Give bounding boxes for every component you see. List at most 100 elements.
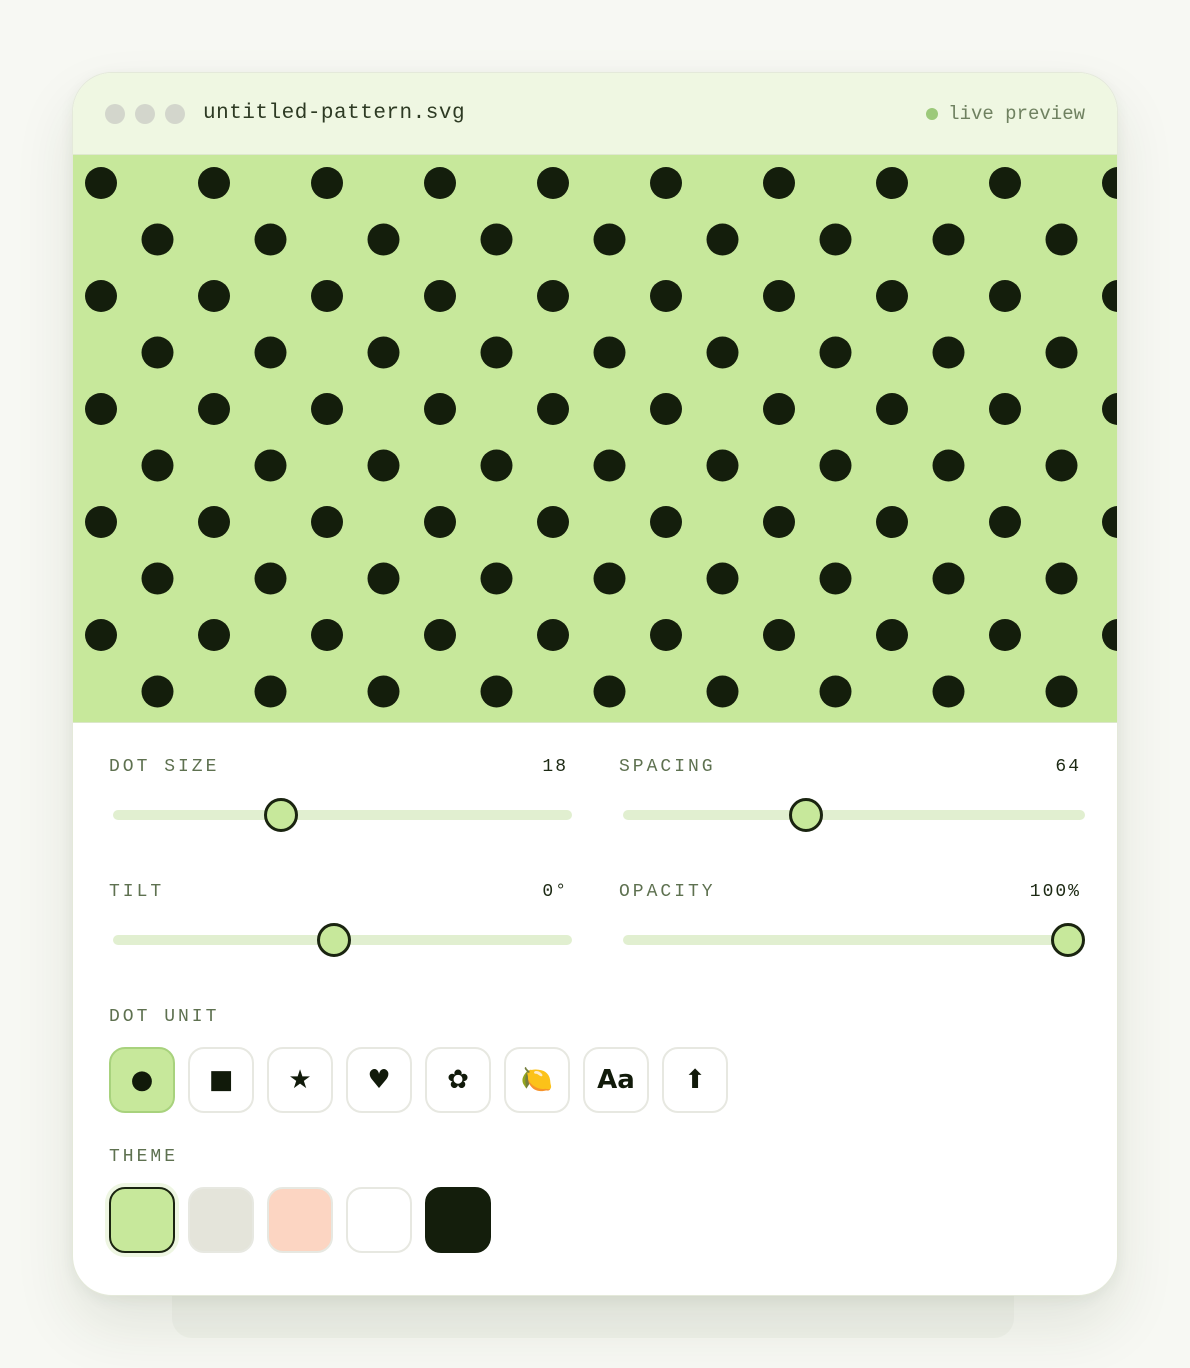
pattern-dot [1045, 223, 1078, 256]
dot-size-value: 18 [542, 757, 568, 777]
pattern-dot [367, 675, 400, 708]
pattern-dot [254, 223, 287, 256]
dot-size-slider-thumb[interactable] [263, 798, 298, 832]
dot-unit-square-button[interactable]: ■ [188, 1047, 254, 1113]
pattern-dot [650, 393, 682, 425]
opacity-header: OPACITY 100% [619, 882, 1085, 902]
star-icon: ★ [288, 1065, 312, 1095]
pattern-dot [989, 167, 1021, 199]
status-dot-icon [926, 107, 939, 120]
text-icon: Aa [597, 1065, 635, 1095]
theme-swatch-white[interactable] [346, 1187, 412, 1253]
dot-unit-heart-button[interactable]: ♥ [346, 1047, 412, 1113]
pattern-dot [198, 619, 230, 651]
dot-unit-lemon-button[interactable]: 🍋 [504, 1047, 570, 1113]
spacing-slider-thumb[interactable] [789, 798, 824, 832]
theme-swatch-green[interactable] [109, 1187, 175, 1253]
pattern-dot [706, 675, 739, 708]
pattern-dot [537, 167, 569, 199]
window-shadow [172, 1296, 1014, 1338]
file-name: untitled-pattern.svg [203, 102, 466, 125]
tilt-label: TILT [109, 882, 165, 902]
pattern-dot [367, 449, 400, 482]
pattern-dot [537, 619, 569, 651]
dot-unit-circle-button[interactable]: ● [109, 1047, 175, 1113]
spacing-slider-track[interactable] [623, 798, 1085, 832]
pattern-dot [989, 506, 1021, 538]
pattern-dot [198, 167, 230, 199]
pattern-dot [876, 393, 908, 425]
dot-unit-picker: ● ■ ★ ♥ ✿ 🍋 Aa ⬆ [109, 1047, 1081, 1113]
theme-swatch-peach[interactable] [267, 1187, 333, 1253]
pattern-dot [424, 167, 456, 199]
live-preview-status: live preview [926, 103, 1085, 125]
spacing-value: 64 [1055, 757, 1081, 777]
minimize-window-icon[interactable] [135, 103, 155, 124]
pattern-dot [254, 562, 287, 595]
dot-unit-star-button[interactable]: ★ [267, 1047, 333, 1113]
close-window-icon[interactable] [105, 103, 125, 124]
pattern-dot [876, 280, 908, 312]
live-preview-label: live preview [948, 102, 1085, 125]
opacity-value: 100% [1029, 882, 1081, 902]
pattern-preview [73, 155, 1117, 723]
pattern-dot [198, 506, 230, 538]
pattern-dot [85, 506, 117, 538]
pattern-dot [537, 393, 569, 425]
pattern-dot [819, 675, 852, 708]
pattern-dot [537, 280, 569, 312]
pattern-dot [141, 449, 174, 482]
theme-swatch-stone[interactable] [188, 1187, 254, 1253]
circle-icon: ● [130, 1065, 154, 1095]
pattern-dot [85, 167, 117, 199]
pattern-dot [311, 280, 343, 312]
pattern-dot [480, 675, 513, 708]
pattern-dot [141, 336, 174, 369]
pattern-dot [480, 562, 513, 595]
pattern-dot [932, 336, 965, 369]
pattern-dot [311, 619, 343, 651]
theme-picker [109, 1187, 1081, 1253]
pattern-editor-window: untitled-pattern.svg live preview DOT SI… [72, 72, 1118, 1296]
dot-unit-text-button[interactable]: Aa [583, 1047, 649, 1113]
pattern-dot [763, 167, 795, 199]
pattern-dot [763, 393, 795, 425]
pattern-dot [706, 223, 739, 256]
pattern-dot [311, 506, 343, 538]
tilt-slider-track[interactable] [113, 923, 572, 957]
pattern-dot [932, 562, 965, 595]
pattern-dot [706, 336, 739, 369]
pattern-dot [932, 223, 965, 256]
pattern-dot [989, 393, 1021, 425]
pattern-dot [424, 393, 456, 425]
opacity-slider-thumb[interactable] [1051, 923, 1085, 957]
pattern-dot [932, 675, 965, 708]
tilt-slider-thumb[interactable] [317, 923, 351, 957]
dot-unit-flower-button[interactable]: ✿ [425, 1047, 491, 1113]
tilt-slider-block: TILT 0° [109, 882, 572, 1007]
tilt-value: 0° [542, 882, 568, 902]
opacity-slider-track[interactable] [623, 923, 1085, 957]
pattern-dot [367, 562, 400, 595]
pattern-dot [819, 562, 852, 595]
dot-size-slider-block: DOT SIZE 18 [109, 757, 572, 882]
title-bar: untitled-pattern.svg live preview [73, 73, 1117, 155]
pattern-dot [480, 336, 513, 369]
dot-size-slider-track[interactable] [113, 798, 572, 832]
window-controls [105, 103, 185, 124]
pattern-dot [706, 449, 739, 482]
pattern-dot [254, 449, 287, 482]
pattern-dot [311, 393, 343, 425]
theme-swatch-ink[interactable] [425, 1187, 491, 1253]
pattern-dot [819, 223, 852, 256]
opacity-slider-block: OPACITY 100% [619, 882, 1085, 1007]
pattern-dot [593, 675, 626, 708]
pattern-dot [85, 393, 117, 425]
maximize-window-icon[interactable] [165, 103, 185, 124]
pattern-dot [593, 562, 626, 595]
pattern-dot [650, 280, 682, 312]
dot-unit-upload-button[interactable]: ⬆ [662, 1047, 728, 1113]
pattern-dot [763, 619, 795, 651]
pattern-canvas [73, 155, 1117, 722]
pattern-dot [480, 449, 513, 482]
